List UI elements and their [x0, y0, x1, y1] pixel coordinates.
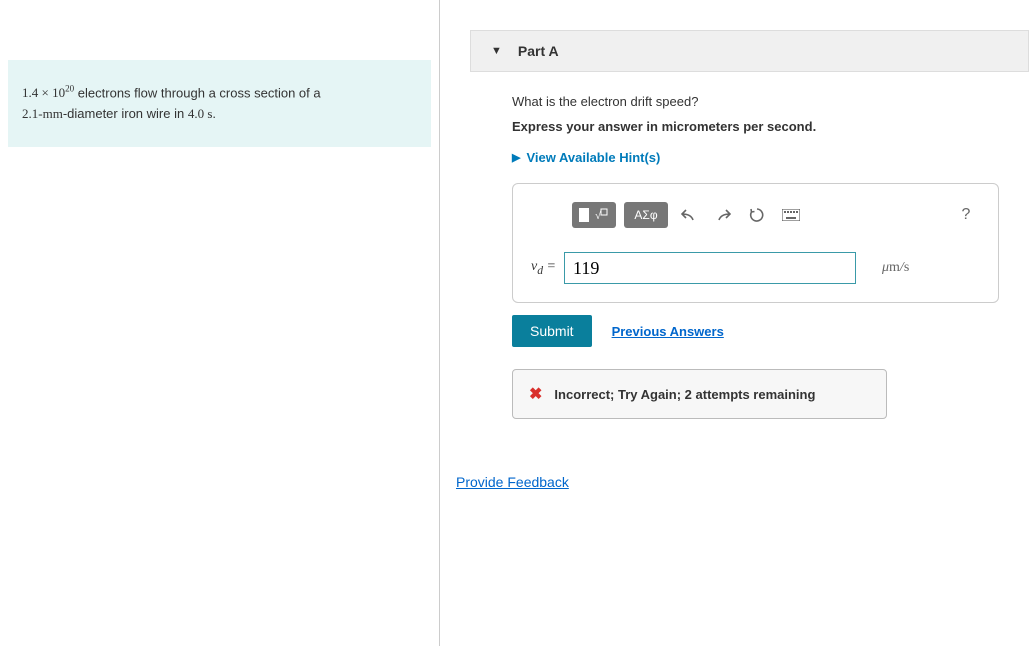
template-tool-button[interactable]: √: [572, 202, 616, 228]
unit-label: μm/s: [882, 260, 909, 276]
format-toolbar: √ ΑΣφ ?: [531, 202, 980, 228]
variable-label: vd =: [531, 259, 556, 277]
template-icon: √: [579, 208, 609, 222]
part-header[interactable]: ▼ Part A: [470, 30, 1029, 72]
collapse-icon: ▼: [491, 45, 502, 57]
redo-icon: [715, 208, 731, 222]
keyboard-icon: [782, 209, 800, 221]
instruction-text: Express your answer in micrometers per s…: [512, 119, 999, 134]
button-row: Submit Previous Answers: [512, 315, 999, 347]
answer-pane: ▼ Part A What is the electron drift spee…: [440, 0, 1029, 646]
redo-button[interactable]: [709, 202, 737, 228]
problem-pane: 1.4 × 1020 electrons flow through a cros…: [0, 0, 440, 646]
incorrect-icon: ✖: [529, 384, 542, 404]
problem-statement: 1.4 × 1020 electrons flow through a cros…: [8, 60, 431, 147]
keyboard-button[interactable]: [777, 202, 805, 228]
help-button[interactable]: ?: [952, 202, 980, 228]
answer-area: √ ΑΣφ ?: [512, 183, 999, 303]
view-hints-link[interactable]: ▶ View Available Hint(s): [512, 150, 999, 165]
chevron-right-icon: ▶: [512, 151, 520, 164]
input-row: vd = μm/s: [531, 252, 980, 284]
question-text: What is the electron drift speed?: [512, 94, 999, 109]
symbols-tool-button[interactable]: ΑΣφ: [624, 202, 668, 228]
answer-input[interactable]: [564, 252, 856, 284]
feedback-text: Incorrect; Try Again; 2 attempts remaini…: [554, 387, 815, 402]
previous-answers-link[interactable]: Previous Answers: [612, 324, 724, 339]
undo-button[interactable]: [675, 202, 703, 228]
provide-feedback-link[interactable]: Provide Feedback: [456, 474, 569, 490]
part-title: Part A: [518, 43, 559, 59]
undo-icon: [681, 208, 697, 222]
reset-icon: [749, 207, 765, 223]
submit-button[interactable]: Submit: [512, 315, 592, 347]
feedback-box: ✖ Incorrect; Try Again; 2 attempts remai…: [512, 369, 887, 419]
reset-button[interactable]: [743, 202, 771, 228]
hints-label: View Available Hint(s): [526, 150, 660, 165]
